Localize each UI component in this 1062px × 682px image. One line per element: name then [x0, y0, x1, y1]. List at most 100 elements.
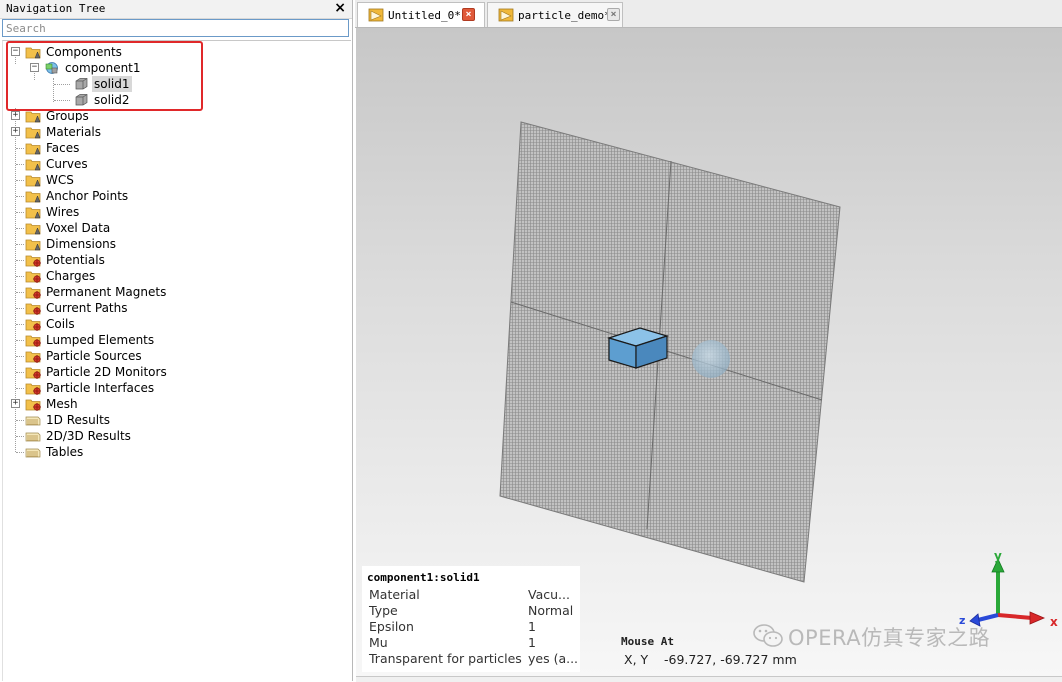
source-folder-icon [25, 271, 41, 283]
tree-connector [16, 196, 24, 197]
tree-connector [16, 260, 24, 261]
tree-item-particle-2d-monitors[interactable]: Particle 2D Monitors [3, 364, 223, 380]
source-folder-icon [25, 335, 41, 347]
source-folder-icon [25, 367, 41, 379]
expand-icon[interactable]: + [11, 111, 20, 120]
tree-label: WCS [46, 173, 74, 187]
tree-item-materials[interactable]: + Materials [3, 124, 223, 140]
source-folder-icon [25, 319, 41, 331]
folder-icon [25, 111, 41, 123]
tree-connector [16, 340, 24, 341]
property-value: 1 [528, 635, 536, 650]
property-key: Transparent for particles [369, 651, 522, 666]
tree-item-faces[interactable]: Faces [3, 140, 223, 156]
results-icon [25, 448, 41, 458]
mouse-axes-label: X, Y [624, 652, 649, 667]
navigation-header: Navigation Tree × [0, 0, 352, 19]
search-input[interactable] [2, 19, 349, 37]
source-folder-icon [25, 351, 41, 363]
property-value: Normal [528, 603, 574, 618]
close-icon[interactable]: × [462, 8, 475, 21]
tree-label: Anchor Points [46, 189, 129, 203]
tree-item-tables[interactable]: Tables [3, 444, 223, 460]
folder-icon [25, 223, 41, 235]
tree-item-1d-results[interactable]: 1D Results [3, 412, 223, 428]
axis-triad: y x z [959, 549, 1058, 629]
tree-label: Voxel Data [46, 221, 111, 235]
tree-connector [16, 244, 24, 245]
close-icon[interactable]: × [334, 0, 346, 16]
expand-icon[interactable]: + [11, 127, 20, 136]
property-row: Type Normal [369, 603, 581, 619]
folder-icon [25, 159, 41, 171]
folder-icon [25, 175, 41, 187]
tree-item-wires[interactable]: Wires [3, 204, 223, 220]
tree-label: Particle Interfaces [46, 381, 155, 395]
tree-label: Charges [46, 269, 96, 283]
tree-label: Lumped Elements [46, 333, 155, 347]
highlight-box [6, 41, 203, 111]
tree-item-current-paths[interactable]: Current Paths [3, 300, 223, 316]
tab-label: particle_demo* [518, 9, 611, 22]
tree-item-charges[interactable]: Charges [3, 268, 223, 284]
tree-label: Permanent Magnets [46, 285, 167, 299]
tree-label: 2D/3D Results [46, 429, 131, 443]
tree-item-wcs[interactable]: WCS [3, 172, 223, 188]
tree-item-coils[interactable]: Coils [3, 316, 223, 332]
document-icon [368, 8, 384, 22]
tree-label: Potentials [46, 253, 105, 267]
property-row: Material Vacu... [369, 587, 581, 603]
tree-label: Particle Sources [46, 349, 142, 363]
tree-connector [16, 356, 24, 357]
tree-item-lumped-elements[interactable]: Lumped Elements [3, 332, 223, 348]
tree-connector [16, 324, 24, 325]
tree-item-curves[interactable]: Curves [3, 156, 223, 172]
tree-label: Faces [46, 141, 80, 155]
tree-item-dimensions[interactable]: Dimensions [3, 236, 223, 252]
tree-item-permanent-magnets[interactable]: Permanent Magnets [3, 284, 223, 300]
properties-title: component1:solid1 [367, 571, 480, 584]
tree-item-anchor-points[interactable]: Anchor Points [3, 188, 223, 204]
wechat-icon [753, 624, 783, 647]
tree-connector [16, 452, 24, 453]
y-axis-label: y [994, 549, 1002, 563]
3d-viewport[interactable]: component1:solid1 Material Vacu... Type Nor… [356, 28, 1062, 676]
expand-icon[interactable]: + [11, 399, 20, 408]
mouse-position-value: -69.727, -69.727 mm [664, 652, 797, 667]
results-icon [25, 416, 41, 426]
property-row: Transparent for particles yes (a... [369, 651, 581, 667]
tree-label: 1D Results [46, 413, 111, 427]
close-icon[interactable]: × [607, 8, 620, 21]
property-row: Epsilon 1 [369, 619, 581, 635]
tree-item-particle-sources[interactable]: Particle Sources [3, 348, 223, 364]
source-folder-icon [25, 399, 41, 411]
tree-item-2d-3d-results[interactable]: 2D/3D Results [3, 428, 223, 444]
tree-item-potentials[interactable]: Potentials [3, 252, 223, 268]
folder-icon [25, 191, 41, 203]
folder-icon [25, 207, 41, 219]
x-axis-label: x [1050, 615, 1058, 629]
property-key: Mu [369, 635, 388, 650]
tab-untitled[interactable]: Untitled_0* × [357, 2, 485, 27]
tree-label: Dimensions [46, 237, 117, 251]
tree-item-particle-interfaces[interactable]: Particle Interfaces [3, 380, 223, 396]
property-value: yes (a... [528, 651, 579, 666]
property-key: Epsilon [369, 619, 414, 634]
sphere-solid[interactable] [692, 340, 730, 378]
tree-item-mesh[interactable]: + Mesh [3, 396, 223, 412]
document-icon [498, 8, 514, 22]
source-folder-icon [25, 287, 41, 299]
tree-connector [16, 180, 24, 181]
tree-connector [16, 436, 24, 437]
tab-particle-demo[interactable]: particle_demo* × [487, 2, 623, 27]
document-tab-bar: Untitled_0* × particle_demo* × [355, 0, 1062, 28]
source-folder-icon [25, 383, 41, 395]
tree-item-voxel-data[interactable]: Voxel Data [3, 220, 223, 236]
tree-label: Tables [46, 445, 84, 459]
source-folder-icon [25, 255, 41, 267]
tree-connector [16, 276, 24, 277]
tree-connector [16, 420, 24, 421]
tree-label: Particle 2D Monitors [46, 365, 167, 379]
mouse-at-title: Mouse At [621, 635, 674, 648]
folder-icon [25, 127, 41, 139]
